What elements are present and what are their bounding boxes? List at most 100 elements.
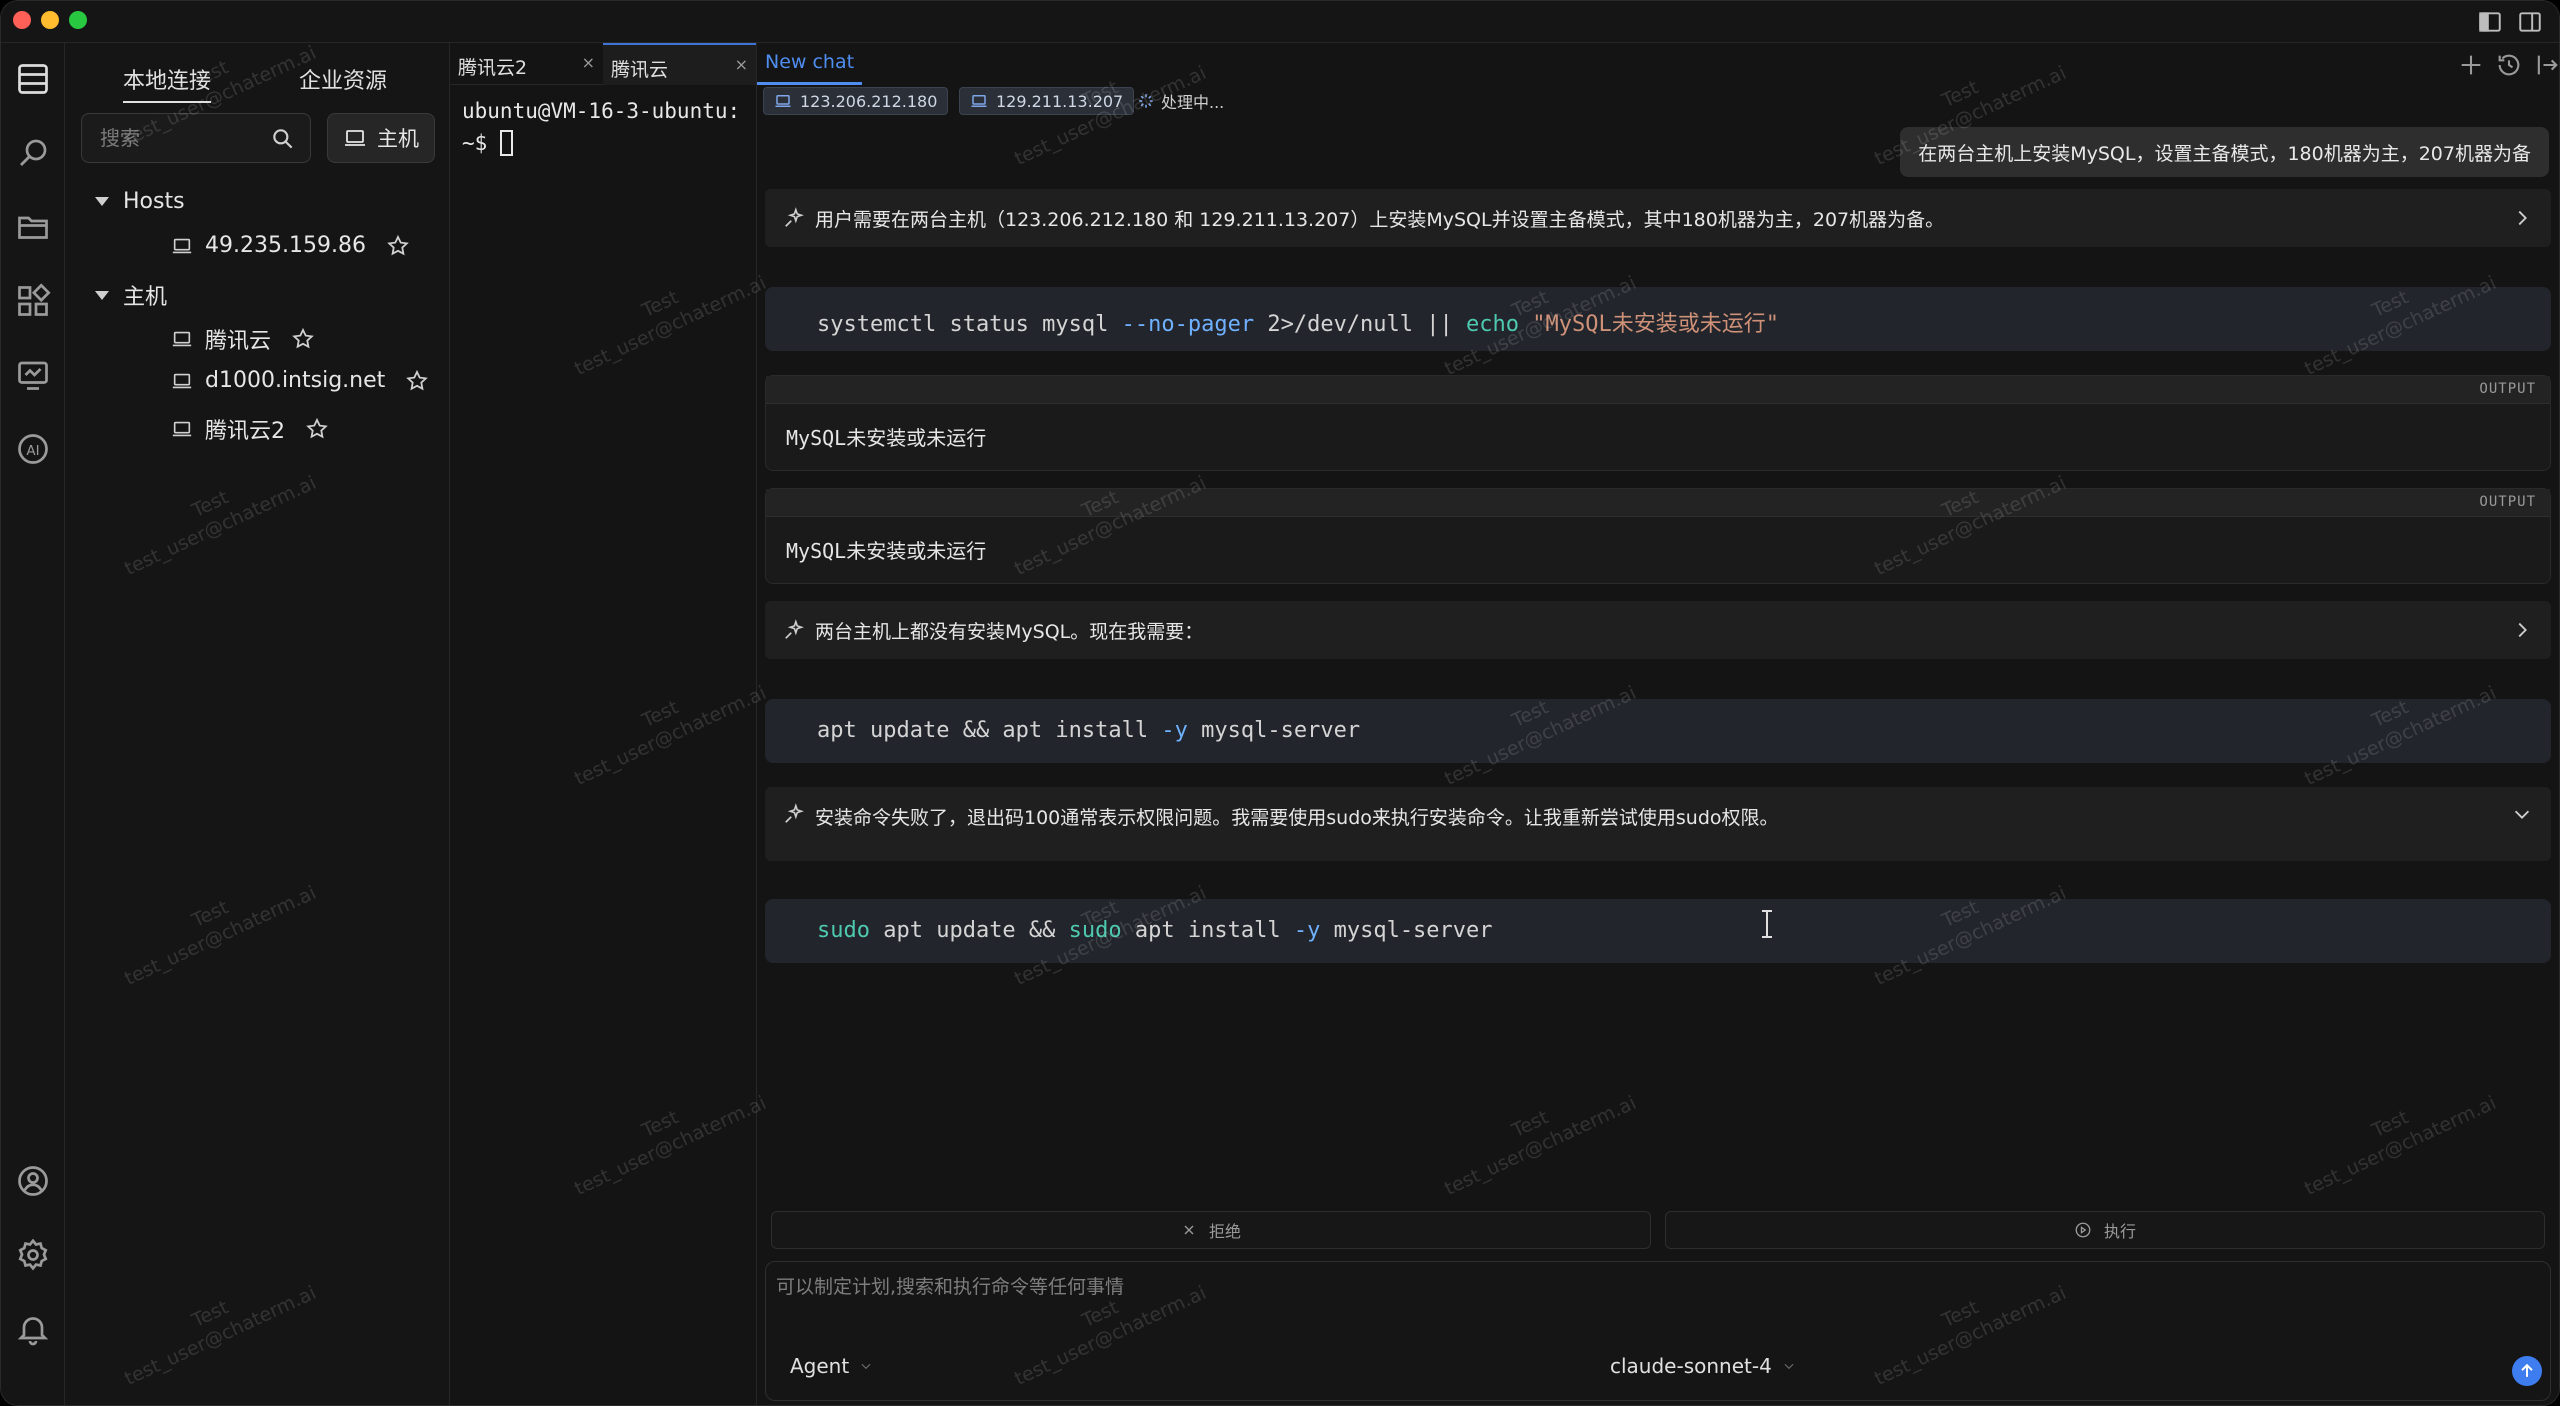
output-header: OUTPUT — [766, 489, 2550, 517]
tree-group-hosts[interactable]: Hosts — [95, 189, 185, 214]
cmd-text: apt install — [1121, 918, 1294, 943]
cmd-text: apt update && apt install — [817, 718, 1162, 743]
cmd-text: apt update && — [869, 918, 1069, 943]
host-sidebar: 本地连接 企业资源 主机 Hosts 49.235.159.86 主机 — [65, 43, 450, 1405]
mode-select-value: Agent — [790, 1354, 850, 1378]
host-view-label: 主机 — [377, 127, 419, 151]
command-block[interactable]: systemctl status mysql --no-pager 2>/dev… — [765, 287, 2551, 351]
terminal-tab-bar: 腾讯云2 × 腾讯云 × — [450, 43, 757, 85]
star-icon[interactable] — [305, 417, 329, 441]
tree-group-zhuji[interactable]: 主机 — [95, 279, 167, 311]
model-select[interactable]: claude-sonnet-4 — [1610, 1354, 1796, 1378]
minimize-window-button[interactable] — [41, 11, 59, 29]
cmd-text — [1519, 312, 1532, 337]
search-icon[interactable] — [270, 126, 296, 152]
host-chip-label: 129.211.13.207 — [996, 91, 1124, 111]
maximize-window-button[interactable] — [69, 11, 87, 29]
laptop-icon — [775, 95, 791, 107]
sparkle-icon — [785, 207, 804, 227]
send-button[interactable] — [2512, 1356, 2542, 1386]
terminal-list-icon[interactable] — [15, 61, 51, 97]
tree-item-host[interactable]: 腾讯云2 — [171, 413, 329, 445]
tree-item-label: 腾讯云 — [205, 329, 272, 354]
terminal-cursor — [499, 130, 513, 156]
close-window-button[interactable] — [13, 11, 31, 29]
terminal-tab-label: 腾讯云2 — [458, 57, 528, 79]
cmd-keyword: sudo — [1068, 918, 1122, 943]
search-icon[interactable] — [15, 135, 51, 171]
tab-new-chat[interactable]: New chat — [757, 43, 863, 85]
history-icon[interactable] — [2495, 51, 2523, 79]
host-chip[interactable]: 123.206.212.180 — [763, 87, 949, 115]
title-bar — [1, 1, 2559, 43]
chevron-right-icon — [2518, 210, 2527, 226]
model-select-value: claude-sonnet-4 — [1610, 1354, 1772, 1378]
settings-gear-icon[interactable] — [15, 1237, 51, 1273]
output-block: OUTPUT MySQL未安装或未运行 — [765, 375, 2551, 471]
host-search-input[interactable] — [100, 126, 260, 150]
chevron-right-icon — [2518, 622, 2527, 638]
tree-item-host[interactable]: 49.235.159.86 — [171, 233, 410, 258]
tree-item-host[interactable]: 腾讯云 — [171, 323, 315, 355]
reasoning-text: 两台主机上都没有安装MySQL。现在我需要： — [815, 620, 1204, 643]
cmd-flag: -y — [1161, 718, 1188, 743]
tab-local-connections[interactable]: 本地连接 — [123, 63, 212, 103]
folder-icon[interactable] — [15, 209, 51, 245]
tree-item-host[interactable]: d1000.intsig.net — [171, 368, 429, 393]
execute-label: 执行 — [2103, 1222, 2136, 1241]
sparkle-icon — [785, 619, 804, 639]
activity-bar: AI — [1, 43, 65, 1405]
star-icon[interactable] — [386, 234, 410, 258]
terminal-tab-active[interactable]: 腾讯云 × — [603, 43, 756, 85]
star-icon[interactable] — [405, 369, 429, 393]
monitor-icon[interactable] — [15, 357, 51, 393]
extensions-icon[interactable] — [15, 283, 51, 319]
laptop-icon — [345, 130, 365, 146]
cmd-flag: --no-pager — [1121, 312, 1255, 337]
command-block-pending[interactable]: sudo apt update && sudo apt install -y m… — [765, 899, 2551, 963]
text-cursor-icon — [1762, 910, 1772, 938]
cmd-text: systemctl status mysql — [817, 312, 1122, 337]
cmd-text: mysql-server — [1320, 918, 1493, 943]
toggle-right-panel-icon[interactable] — [2517, 9, 2543, 35]
reasoning-block[interactable]: 两台主机上都没有安装MySQL。现在我需要： — [765, 601, 2551, 659]
collapse-panel-icon[interactable] — [2533, 51, 2559, 79]
close-tab-icon[interactable]: × — [735, 55, 748, 74]
user-profile-icon[interactable] — [15, 1163, 51, 1199]
terminal-output[interactable]: ubuntu@VM-16-3-ubuntu:~$ — [462, 95, 752, 159]
tree-item-label: 49.235.159.86 — [205, 233, 366, 258]
toggle-left-panel-icon[interactable] — [2477, 9, 2503, 35]
host-chip[interactable]: 129.211.13.207 — [959, 87, 1135, 115]
app-window: AI 本地连接 企业资源 主机 Hosts — [0, 0, 2560, 1406]
svg-text:AI: AI — [26, 443, 39, 459]
tab-enterprise-resources[interactable]: 企业资源 — [299, 63, 387, 95]
close-icon — [1184, 1225, 1194, 1235]
cmd-string: "MySQL未安装或未运行" — [1532, 312, 1779, 337]
processing-status: 处理中... — [1137, 89, 1224, 113]
output-block: OUTPUT MySQL未安装或未运行 — [765, 488, 2551, 584]
tree-group-label: Hosts — [123, 189, 185, 214]
processing-label: 处理中... — [1161, 93, 1225, 112]
reasoning-block-expanded[interactable]: 安装命令失败了，退出码100通常表示权限问题。我需要使用sudo来执行安装命令。… — [765, 787, 2551, 861]
chat-input[interactable] — [776, 1272, 2526, 1332]
mode-select[interactable]: Agent — [790, 1354, 873, 1378]
ai-assistant-icon[interactable]: AI — [15, 431, 51, 467]
star-icon[interactable] — [291, 327, 315, 351]
laptop-icon — [971, 95, 987, 107]
output-header: OUTPUT — [766, 376, 2550, 404]
cmd-text: mysql-server — [1187, 718, 1361, 743]
caret-down-icon — [95, 197, 109, 206]
command-block[interactable]: apt update && apt install -y mysql-serve… — [765, 699, 2551, 763]
host-view-button[interactable]: 主机 — [327, 113, 435, 163]
laptop-icon — [172, 373, 192, 388]
chat-input-area: Agent claude-sonnet-4 — [765, 1261, 2551, 1401]
terminal-tab[interactable]: 腾讯云2 × — [450, 43, 603, 85]
close-tab-icon[interactable]: × — [582, 53, 595, 72]
reject-button[interactable]: 拒绝 — [771, 1211, 1651, 1249]
execute-button[interactable]: 执行 — [1665, 1211, 2545, 1249]
user-message: 在两台主机上安装MySQL，设置主备模式，180机器为主，207机器为备 — [1900, 127, 2549, 177]
notification-bell-icon[interactable] — [15, 1311, 51, 1347]
new-chat-plus-icon[interactable] — [2457, 51, 2485, 79]
reasoning-block[interactable]: 用户需要在两台主机（123.206.212.180 和 129.211.13.2… — [765, 189, 2551, 247]
output-text: MySQL未安装或未运行 — [786, 426, 987, 450]
